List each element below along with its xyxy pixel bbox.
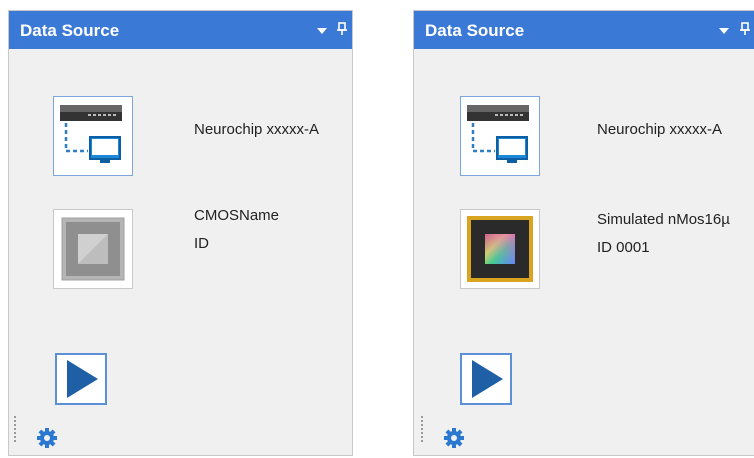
chip-icon [61,217,125,281]
panel-title: Data Source [425,21,525,40]
gear-icon[interactable] [36,427,58,449]
data-source-panel: Data Source Neurochip xxxxx-A [8,10,353,456]
chip-icon [467,216,533,282]
network-device-icon [467,105,529,163]
panel-title: Data Source [20,21,120,40]
chevron-down-icon[interactable] [315,21,329,39]
chip-name: Simulated nMos16µ [597,211,730,228]
network-device-icon [60,105,122,163]
data-source-panel: Data Source Neurochip xxxxx-A [413,10,754,456]
chevron-down-icon[interactable] [717,21,731,39]
resize-grip[interactable] [421,416,423,442]
play-icon [67,360,98,398]
device-button[interactable] [460,96,540,176]
pin-icon[interactable] [335,21,349,39]
chip-name: CMOSName [194,207,280,224]
chip-id: ID 0001 [597,239,650,256]
device-button[interactable] [53,96,133,176]
pin-icon[interactable] [738,21,752,39]
device-label: Neurochip xxxxx-A [597,121,723,138]
chip-button[interactable] [460,209,540,289]
gear-icon[interactable] [443,427,465,449]
play-button[interactable] [460,353,512,405]
play-icon [472,360,503,398]
resize-grip[interactable] [14,416,16,442]
panel-header: Data Source [414,11,754,49]
chip-button[interactable] [53,209,133,289]
play-button[interactable] [55,353,107,405]
device-label: Neurochip xxxxx-A [194,121,320,138]
chip-id: ID [194,235,209,252]
panel-header: Data Source [9,11,352,49]
